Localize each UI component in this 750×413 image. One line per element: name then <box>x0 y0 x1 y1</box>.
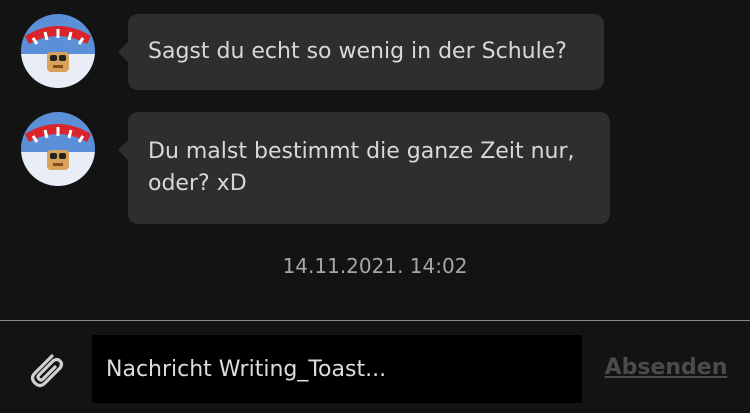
message-timestamp: 14.11.2021. 14:02 <box>282 254 468 278</box>
message-text-line: oder? xD <box>148 171 247 196</box>
chat-screen: Sagst du echt so wenig in der Schule? Du… <box>0 0 750 413</box>
message-input[interactable] <box>92 335 582 403</box>
message-composer: Absenden <box>0 320 750 413</box>
paperclip-icon[interactable] <box>22 346 70 394</box>
user-avatar-icon[interactable] <box>21 14 95 88</box>
user-avatar-icon[interactable] <box>21 112 95 186</box>
send-button[interactable]: Absenden <box>598 355 734 380</box>
message-bubble: Sagst du echt so wenig in der Schule? <box>118 14 604 90</box>
message-text: Sagst du echt so wenig in der Schule? <box>148 39 567 64</box>
message-bubble: Du malst bestimmt die ganze Zeit nur, od… <box>118 112 610 224</box>
message-text-line: Du malst bestimmt die ganze Zeit nur, <box>148 139 575 164</box>
